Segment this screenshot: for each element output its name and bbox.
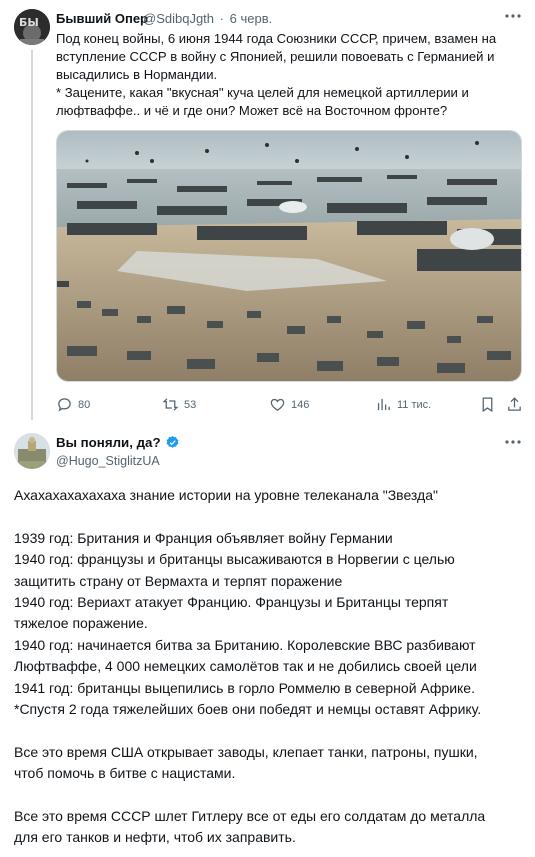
- repost-button[interactable]: 53: [162, 396, 196, 413]
- reply-icon: [58, 398, 71, 412]
- more-icon[interactable]: [504, 433, 522, 456]
- views-icon: [377, 398, 390, 411]
- separator-dot: ·: [219, 11, 224, 26]
- author-name[interactable]: Бывший Опер: [56, 11, 148, 26]
- views-button[interactable]: 11 тис.: [375, 396, 431, 413]
- views-count: 11 тис.: [397, 398, 432, 411]
- post-text-line: Люфтваффе, 4 000 немецких самолётов так …: [14, 658, 477, 675]
- post-text-line: 1940 год: французы и британцы высаживают…: [14, 551, 455, 568]
- post-text-para: * Зацените, какая "вкусная" куча целей д…: [56, 85, 469, 118]
- reply-count: 80: [78, 398, 91, 411]
- repost-icon: [162, 398, 179, 411]
- avatar[interactable]: [14, 433, 50, 469]
- post-text-line: 1941 год: британцы выцепились в горло Ро…: [14, 679, 475, 696]
- post-text-line: *Спустя 2 года тяжелейших боев они побед…: [14, 701, 482, 718]
- verified-badge-icon: [166, 435, 179, 448]
- author-name-row[interactable]: Вы поняли, да?: [56, 435, 180, 450]
- post-text-line: тяжелое поражение.: [14, 615, 148, 632]
- post-text-line: 1940 год: начинается битва за Британию. …: [14, 636, 476, 653]
- like-count: 146: [291, 398, 310, 411]
- more-icon[interactable]: [504, 7, 522, 30]
- repost-count: 53: [184, 398, 197, 411]
- post-photo[interactable]: [56, 130, 522, 382]
- post-text-line: для его танков и нефти, чтоб их заправит…: [14, 829, 296, 846]
- bookmark-icon: [482, 397, 493, 413]
- author-handle[interactable]: @SdibqJgth: [143, 11, 214, 26]
- avatar-image: [14, 433, 50, 469]
- like-icon: [270, 398, 285, 411]
- post-text-line: Все это время СССР шлет Гитлеру все от е…: [14, 808, 486, 825]
- reply-button[interactable]: 80: [56, 396, 90, 413]
- avatar[interactable]: БЫ: [14, 9, 50, 45]
- share-icon: [508, 397, 521, 411]
- post-text: Под конец войны, 6 июня 1944 года Союзни…: [56, 30, 526, 120]
- post-text-line: 1940 год: Вериахт атакует Францию. Франц…: [14, 594, 449, 611]
- post-text-line: защитить страну от Вермахта и терпят пор…: [14, 572, 343, 589]
- author-handle[interactable]: @Hugo_StiglitzUA: [56, 454, 160, 468]
- thread-line: [31, 50, 33, 420]
- like-button[interactable]: 146: [269, 396, 309, 413]
- normandy-landing-photo: [57, 131, 521, 381]
- author-meta: @SdibqJgth · 6 черв.: [143, 11, 274, 26]
- post-text-para: Под конец войны, 6 июня 1944 года Союзни…: [56, 31, 497, 82]
- post-text-line: Все это время США открывает заводы, клеп…: [14, 743, 478, 760]
- post-text-line: чтоб помочь в битве с нацистами.: [14, 765, 236, 782]
- post-text-line: 1939 год: Британия и Франция объявляет в…: [14, 529, 393, 546]
- post-text-line: Ахахахахахахаха знание истории на уровне…: [14, 487, 438, 503]
- post-time[interactable]: 6 черв.: [230, 11, 273, 26]
- avatar-logo-text: БЫ: [19, 16, 39, 29]
- share-button[interactable]: [506, 396, 528, 413]
- bookmark-button[interactable]: [479, 396, 501, 413]
- author-name[interactable]: Вы поняли, да?: [56, 435, 161, 450]
- post-text: Ахахахахахахаха знание истории на уровне…: [14, 485, 524, 849]
